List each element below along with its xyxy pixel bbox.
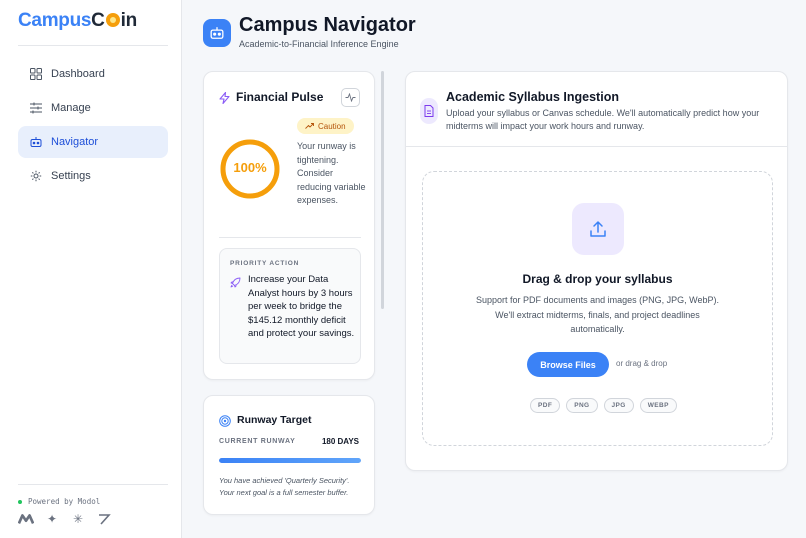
trend-up-icon — [305, 123, 314, 129]
lightning-icon — [219, 91, 230, 109]
brand-part-1: Campus — [18, 10, 92, 31]
format-badge-png: PNG — [566, 398, 598, 413]
sidebar-item-label: Manage — [51, 102, 91, 114]
powered-by-label: Powered by Modol — [28, 497, 101, 506]
upload-icon — [572, 203, 624, 255]
runway-label: CURRENT RUNWAY — [219, 438, 296, 445]
navigator-logo-icon — [203, 19, 231, 47]
brand-part-2: C — [91, 10, 105, 31]
sidebar-divider — [18, 484, 168, 485]
runway-note: You have achieved 'Quarterly Security'. … — [219, 476, 350, 497]
partner-asterisk-icon[interactable]: ✳ — [70, 512, 86, 526]
card-title: Runway Target — [237, 414, 312, 426]
status-text: Your runway is tightening. Consider redu… — [297, 141, 366, 205]
runway-target-card: Runway Target CURRENT RUNWAY 180 DAYS Yo… — [203, 395, 375, 515]
target-icon — [219, 414, 231, 432]
sidebar-item-manage[interactable]: Manage — [18, 92, 168, 124]
brand-logo[interactable]: CampusC in — [18, 10, 137, 32]
activity-icon — [345, 93, 356, 102]
partner-arrow-icon[interactable] — [96, 512, 112, 526]
document-icon — [420, 98, 438, 124]
powered-by: Powered by Modol — [18, 497, 100, 506]
scrollbar[interactable] — [381, 71, 384, 309]
page-title: Campus Navigator — [239, 14, 416, 36]
priority-text: Increase your Data Analyst hours by 3 ho… — [248, 274, 355, 340]
sidebar-item-label: Settings — [51, 170, 91, 182]
robot-icon — [30, 136, 42, 148]
browse-files-button[interactable]: Browse Files — [527, 352, 609, 377]
gear-icon — [30, 170, 42, 182]
runway-progress-fill — [219, 458, 361, 463]
rocket-icon — [230, 275, 241, 293]
activity-button[interactable] — [341, 88, 360, 107]
format-badge-jpg: JPG — [603, 398, 634, 413]
status-badge-label: Caution — [318, 121, 346, 131]
card-subtitle: Upload your syllabus or Canvas schedule.… — [446, 108, 760, 131]
format-badge-webp: WEBP — [639, 398, 677, 413]
priority-action-box: PRIORITY ACTION Increase your Data Analy… — [219, 248, 361, 364]
sliders-icon — [30, 102, 42, 114]
syllabus-ingestion-card: Academic Syllabus Ingestion Upload your … — [405, 71, 788, 471]
or-drag-label: or drag & drop — [616, 359, 668, 368]
card-title: Financial Pulse — [236, 90, 324, 104]
dropzone-text: Support for PDF documents and images (PN… — [476, 295, 719, 334]
sidebar-item-label: Navigator — [51, 136, 99, 148]
sidebar-item-settings[interactable]: Settings — [18, 160, 168, 192]
dropzone-title: Drag & drop your syllabus — [522, 272, 673, 286]
runway-progress-bar — [219, 458, 361, 463]
sidebar-nav: Dashboard Manage Navigator Settings — [18, 58, 168, 194]
format-badges: PDF PNG JPG WEBP — [530, 398, 677, 413]
sidebar-item-label: Dashboard — [51, 68, 105, 80]
status-dot-icon — [18, 499, 22, 504]
page-subtitle: Academic-to-Financial Inference Engine — [239, 39, 399, 49]
card-title: Academic Syllabus Ingestion — [446, 90, 619, 104]
grid-icon — [30, 68, 42, 80]
financial-pulse-card: Financial Pulse 100% Caution Your runway… — [203, 71, 375, 380]
sidebar: CampusCin Dashboard Manage Navigator Se — [0, 0, 182, 538]
status-badge: Caution — [297, 118, 354, 134]
partner-icons: ✦ ✳ — [18, 512, 112, 526]
format-badge-pdf: PDF — [530, 398, 561, 413]
priority-label: PRIORITY ACTION — [230, 260, 300, 267]
runway-value: 180 DAYS — [321, 437, 359, 446]
sidebar-divider — [18, 45, 168, 46]
coin-icon — [105, 13, 120, 27]
brand-part-3: in — [120, 10, 138, 31]
partner-m-icon[interactable] — [18, 512, 34, 526]
file-dropzone[interactable]: Drag & drop your syllabus Support for PD… — [422, 171, 773, 446]
sidebar-item-navigator[interactable]: Navigator — [18, 126, 168, 158]
score-value: 100% — [233, 160, 267, 175]
card-divider — [406, 146, 787, 147]
sidebar-item-dashboard[interactable]: Dashboard — [18, 58, 168, 90]
card-divider — [219, 237, 361, 238]
partner-sparkle-icon[interactable]: ✦ — [44, 512, 60, 526]
